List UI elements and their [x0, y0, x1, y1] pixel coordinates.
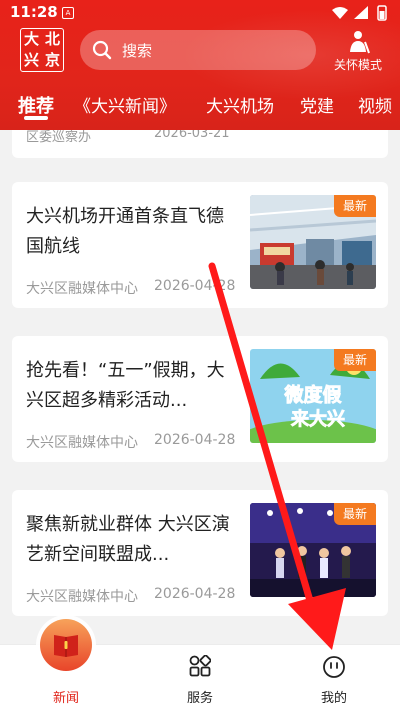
nav-news[interactable]: 新闻 [26, 619, 106, 713]
news-source: 大兴区融媒体中心 [26, 589, 138, 605]
nav-services[interactable]: 服务 [160, 645, 240, 713]
poster-text: 来大兴 [290, 408, 345, 430]
search-input[interactable]: 搜索 [80, 30, 316, 70]
tab-daxing-airport[interactable]: 大兴机场 [206, 92, 274, 117]
status-icons [332, 5, 387, 21]
logo-char: 兴 [23, 51, 39, 69]
news-thumbnail: 微度假 来大兴 最新 [250, 349, 376, 443]
news-title: 聚焦新就业群体 大兴区演艺新空间联盟成... [26, 514, 230, 565]
news-feed[interactable]: 区委巡察办 2026-03-21 大兴机场开通首条直飞德国航线 大兴区融媒体中心… [0, 130, 400, 644]
profile-icon [323, 656, 345, 678]
care-mode-label: 关怀模式 [333, 58, 382, 72]
tab-daxing-news[interactable]: 《大兴新闻》 [74, 92, 176, 117]
news-card[interactable]: 聚焦新就业群体 大兴区演艺新空间联盟成... 大兴区融媒体中心 2026-04-… [12, 490, 388, 616]
status-bar: 11:28 A [0, 0, 400, 26]
news-source: 大兴区融媒体中心 [26, 281, 138, 297]
active-tab-indicator [24, 116, 48, 120]
news-date: 2026-04-28 [154, 432, 236, 448]
elderly-person-icon [350, 31, 370, 54]
signal-icon [354, 6, 368, 19]
news-date: 2026-04-28 [154, 586, 236, 602]
search-icon [92, 40, 112, 60]
latest-badge: 最新 [334, 503, 376, 525]
news-source: 大兴区融媒体中心 [26, 435, 138, 451]
news-card[interactable]: 大兴机场开通首条直飞德国航线 大兴区融媒体中心 2026-04-28 最新 [12, 182, 388, 308]
nav-profile[interactable]: 我的 [294, 645, 374, 713]
news-card-partial[interactable]: 区委巡察办 2026-03-21 [12, 130, 388, 158]
tab-video[interactable]: 视频 [358, 92, 392, 117]
logo-char: 京 [44, 51, 60, 69]
tab-recommend[interactable]: 推荐 [18, 92, 54, 118]
news-thumbnail: 最新 [250, 195, 376, 289]
nav-profile-label: 我的 [320, 691, 347, 706]
poster-text: 微度假 [283, 383, 341, 406]
latest-badge: 最新 [334, 349, 376, 371]
status-time: 11:28 [10, 3, 58, 21]
category-tabs: 推荐 《大兴新闻》 大兴机场 党建 视频 [0, 88, 400, 124]
grid-icon [189, 655, 211, 677]
nav-news-label: 新闻 [52, 691, 79, 706]
news-date: 2026-03-21 [154, 130, 230, 141]
bottom-nav: 新闻 服务 我的 [0, 619, 400, 713]
news-date: 2026-04-28 [154, 278, 236, 294]
news-title: 抢先看！“五一”假期，大兴区超多精彩活动... [26, 360, 225, 411]
app-logo: 大 北 兴 京 [20, 28, 64, 72]
news-source: 区委巡察办 [26, 130, 92, 145]
notification-icon: A [62, 7, 74, 19]
latest-badge: 最新 [334, 195, 376, 217]
tab-party-building[interactable]: 党建 [300, 92, 334, 117]
search-placeholder: 搜索 [122, 42, 153, 60]
app-header: 11:28 A 大 北 兴 京 搜索 关怀模式 推荐 《大兴新闻》 大兴机场 党… [0, 0, 400, 130]
battery-icon [377, 5, 387, 21]
news-card[interactable]: 抢先看！“五一”假期，大兴区超多精彩活动... 大兴区融媒体中心 2026-04… [12, 336, 388, 462]
wifi-icon [332, 7, 348, 19]
news-thumbnail: 最新 [250, 503, 376, 597]
logo-char: 大 [23, 30, 39, 48]
logo-char: 北 [44, 30, 60, 48]
news-tab-circle [40, 619, 92, 671]
care-mode-button[interactable]: 关怀模式 [328, 30, 388, 74]
news-title: 大兴机场开通首条直飞德国航线 [26, 206, 224, 257]
nav-services-label: 服务 [186, 691, 213, 706]
news-book-icon [54, 635, 78, 657]
